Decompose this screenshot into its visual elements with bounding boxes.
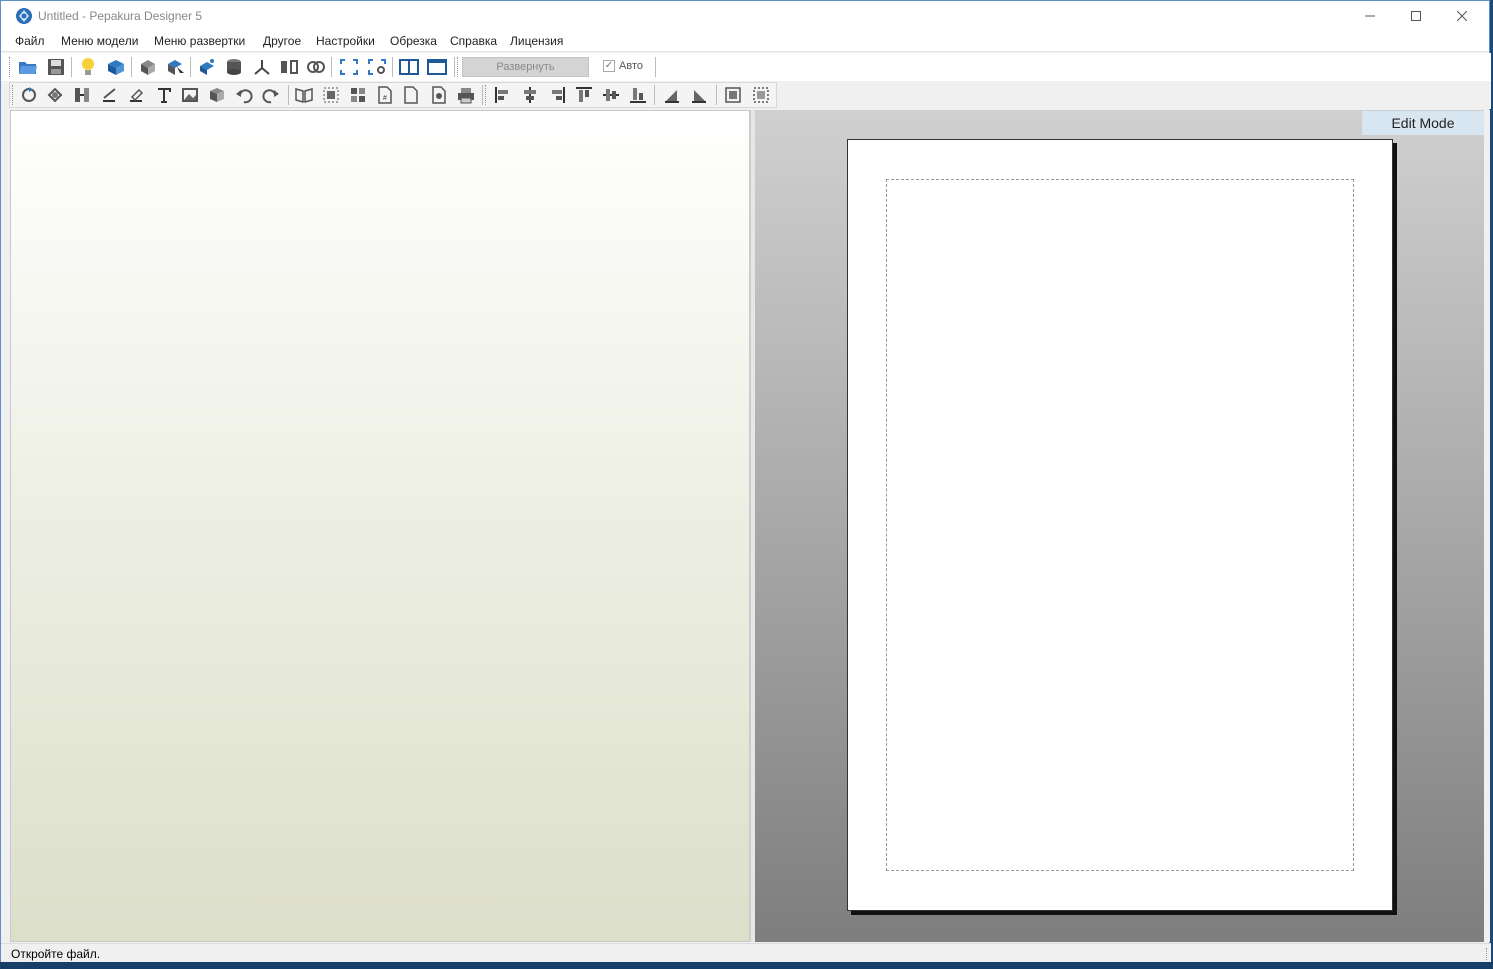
resize-grip[interactable] — [1477, 948, 1487, 960]
toolbar-grip[interactable] — [12, 85, 15, 105]
photo-icon[interactable] — [428, 84, 450, 106]
image-icon[interactable] — [179, 84, 201, 106]
menu-other[interactable]: Другое — [263, 34, 301, 48]
minimize-button[interactable] — [1347, 1, 1393, 31]
app-window: Untitled - Pepakura Designer 5 Файл Меню… — [0, 0, 1491, 963]
close-button[interactable] — [1439, 1, 1485, 31]
menu-trim[interactable]: Обрезка — [390, 34, 437, 48]
toolbar-separator — [331, 57, 332, 77]
axes-icon[interactable] — [251, 56, 273, 78]
pane-edge — [1484, 110, 1490, 942]
flip-left-icon[interactable] — [661, 84, 683, 106]
toolbar-separator — [71, 57, 72, 77]
paper-sheet[interactable] — [847, 139, 1393, 911]
group-icon[interactable] — [722, 84, 744, 106]
select-model-icon[interactable] — [164, 56, 186, 78]
book-icon[interactable] — [293, 84, 315, 106]
unfold-model-icon[interactable] — [105, 56, 127, 78]
save-icon[interactable] — [45, 56, 67, 78]
ungroup-icon[interactable] — [750, 84, 772, 106]
toolbar-separator — [482, 85, 483, 105]
edit-mode-label[interactable]: Edit Mode — [1362, 111, 1484, 135]
print-icon[interactable] — [455, 84, 477, 106]
erase-line-icon[interactable] — [125, 84, 147, 106]
menu-unfold[interactable]: Меню развертки — [154, 34, 245, 48]
3d-view-pane[interactable] — [10, 110, 750, 942]
box-icon[interactable] — [206, 84, 228, 106]
text-icon[interactable] — [153, 84, 175, 106]
toolbar-separator — [131, 57, 132, 77]
rotate-part-icon[interactable] — [44, 84, 66, 106]
page-number-icon[interactable]: # — [374, 84, 396, 106]
split-icon[interactable] — [278, 56, 300, 78]
pepakura-logo-icon — [15, 7, 33, 25]
two-pane-icon[interactable] — [398, 56, 420, 78]
cylinder-icon[interactable] — [223, 56, 245, 78]
toolbar-separator — [716, 85, 717, 105]
title-bar: Untitled - Pepakura Designer 5 — [1, 1, 1489, 31]
menu-bar: Файл Меню модели Меню развертки Другое Н… — [1, 31, 1489, 52]
page-icon[interactable] — [400, 84, 422, 106]
fit-settings-icon[interactable] — [366, 56, 388, 78]
toolbar-separator — [288, 85, 289, 105]
grid-icon[interactable] — [347, 84, 369, 106]
align-middle-icon[interactable] — [600, 84, 622, 106]
menu-settings[interactable]: Настройки — [316, 34, 375, 48]
open-icon[interactable] — [17, 56, 39, 78]
align-center-icon[interactable] — [519, 84, 541, 106]
join-icon[interactable] — [71, 84, 93, 106]
toolbar-separator — [392, 57, 393, 77]
toolbar-separator — [654, 85, 655, 105]
printable-area — [886, 179, 1354, 871]
unfold-button[interactable]: Развернуть — [462, 57, 589, 77]
auto-checkbox[interactable]: ✓ — [603, 60, 615, 72]
line-icon[interactable] — [98, 84, 120, 106]
toolbar-grip[interactable] — [9, 57, 12, 77]
align-bottom-icon[interactable] — [627, 84, 649, 106]
toolbar-separator — [655, 57, 656, 77]
fit-view-icon[interactable] — [338, 56, 360, 78]
undo-icon[interactable] — [233, 84, 255, 106]
paint-icon[interactable] — [196, 56, 218, 78]
menu-model[interactable]: Меню модели — [61, 34, 138, 48]
svg-text:#: # — [383, 95, 387, 102]
rotate-icon[interactable] — [18, 84, 40, 106]
desktop-taskbar — [0, 962, 1493, 969]
status-bar: Откройте файл. — [1, 943, 1491, 963]
align-right-icon[interactable] — [546, 84, 568, 106]
main-toolbar — [1, 53, 1491, 81]
align-top-icon[interactable] — [573, 84, 595, 106]
edit-toolbar: # — [1, 81, 1491, 109]
status-text: Откройте файл. — [11, 947, 101, 961]
menu-license[interactable]: Лицензия — [510, 34, 563, 48]
toolbar-separator — [190, 57, 191, 77]
menu-help[interactable]: Справка — [450, 34, 497, 48]
menu-file[interactable]: Файл — [15, 34, 45, 48]
lightbulb-icon[interactable] — [77, 56, 99, 78]
redo-icon[interactable] — [260, 84, 282, 106]
flip-right-icon[interactable] — [688, 84, 710, 106]
toolbar-separator — [454, 57, 455, 77]
rotate-model-icon[interactable] — [137, 56, 159, 78]
align-left-icon[interactable] — [492, 84, 514, 106]
link-icon[interactable] — [305, 56, 327, 78]
maximize-button[interactable] — [1393, 1, 1439, 31]
toolbar-grip[interactable] — [457, 57, 460, 77]
window-title: Untitled - Pepakura Designer 5 — [38, 9, 203, 23]
toolbar-grip[interactable] — [485, 85, 488, 105]
auto-label: Авто — [619, 60, 643, 72]
single-pane-icon[interactable] — [426, 56, 448, 78]
arrange-icon[interactable] — [320, 84, 342, 106]
